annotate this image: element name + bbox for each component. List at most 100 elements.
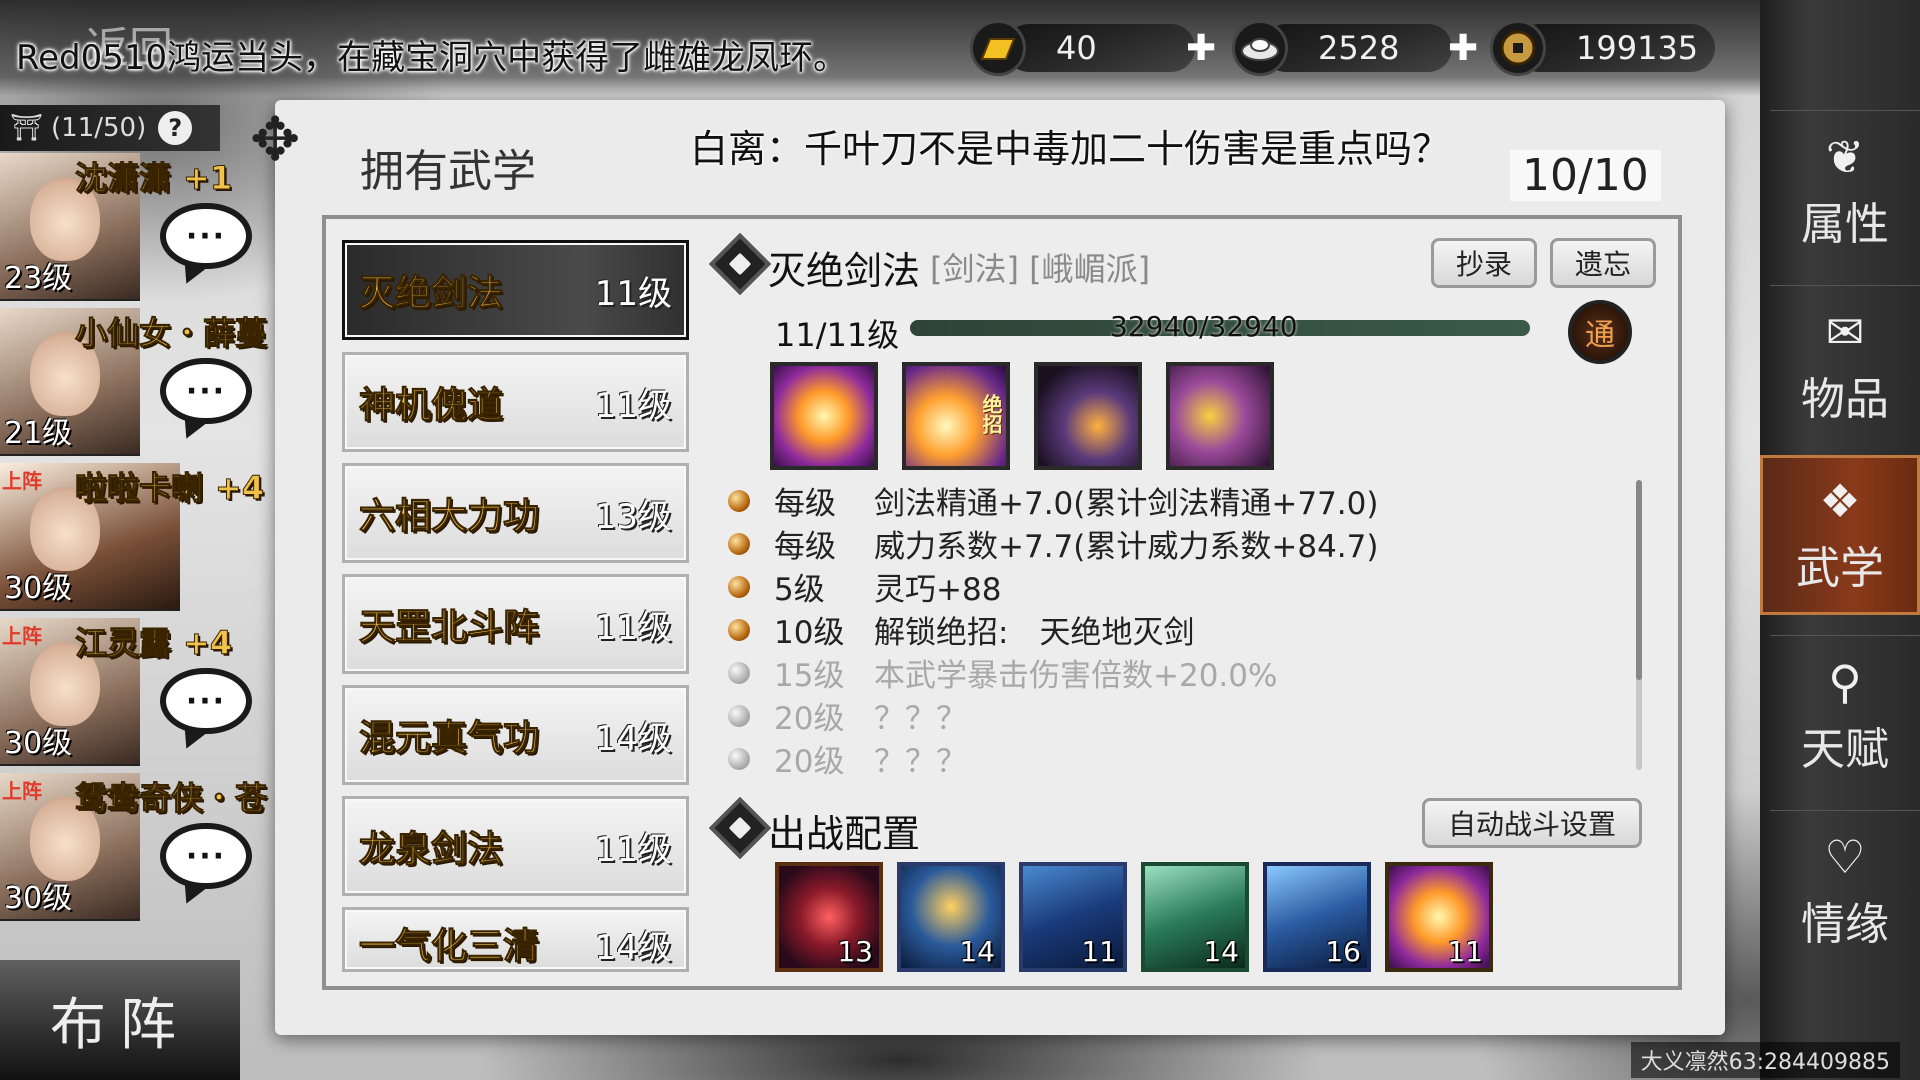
effect-desc: ？？？ xyxy=(874,701,967,737)
skill-list-item-selected[interactable]: 灭绝剑法 11级 xyxy=(342,240,689,340)
member-level: 30级 xyxy=(4,881,73,916)
roster-member-selected[interactable]: 上阵 啦啦卡喇 +4 30级 xyxy=(0,463,280,615)
in-battle-tag: 上阵 xyxy=(2,469,42,493)
member-bonus: +1 xyxy=(183,159,233,198)
nav-label: 天赋 xyxy=(1801,723,1889,775)
battle-slot[interactable]: 11 xyxy=(1019,862,1127,972)
copy-button[interactable]: 抄录 xyxy=(1431,238,1537,288)
effects-scrollbar[interactable] xyxy=(1636,480,1642,770)
skill-list-item[interactable]: 六相大力功 13级 xyxy=(342,463,689,563)
skill-name: 灭绝剑法 xyxy=(358,273,504,315)
battle-slot[interactable]: 11 xyxy=(1385,862,1493,972)
roster-member[interactable]: 沈潇潇 +1 23级 ··· xyxy=(0,153,280,305)
battle-slot[interactable]: 13 xyxy=(775,862,883,972)
nav-items[interactable]: ✉ 物品 xyxy=(1770,285,1920,445)
formation-button[interactable]: 布阵 xyxy=(0,960,240,1080)
nav-relations[interactable]: ♡ 情缘 xyxy=(1770,810,1920,970)
member-level: 30级 xyxy=(4,571,73,606)
skill-name: 龙泉剑法 xyxy=(358,829,504,871)
nav-martial-arts[interactable]: ❖ 武学 xyxy=(1760,455,1920,615)
skill-move-icon[interactable] xyxy=(1166,362,1274,470)
exp-text: 32940/32940 xyxy=(1110,310,1298,343)
add-silver-icon[interactable]: ✚ xyxy=(1448,28,1478,69)
member-name: 沈潇潇 xyxy=(74,159,172,198)
effect-level: 5级 xyxy=(774,572,825,608)
roster-member[interactable]: 小仙女・薛蔓 21级 ··· xyxy=(0,308,280,460)
chat-bubble-icon[interactable]: ··· xyxy=(160,203,252,269)
chat-bubble-icon[interactable]: ··· xyxy=(160,358,252,424)
roster-count-text: (11/50) xyxy=(51,113,147,143)
add-gold-icon[interactable]: ✚ xyxy=(1186,28,1216,69)
skill-move-icon[interactable] xyxy=(770,362,878,470)
auto-battle-settings-button[interactable]: 自动战斗设置 xyxy=(1422,798,1642,848)
roster-member[interactable]: 上阵 鸳鸯奇侠・苍 30级 ··· xyxy=(0,773,280,925)
coin-amount: 199135 xyxy=(1576,29,1699,67)
member-name-row: 鸳鸯奇侠・苍 xyxy=(74,773,267,819)
unlocked-bullet-icon xyxy=(728,618,750,641)
skill-name: 六相大力功 xyxy=(358,496,540,538)
slot-level: 16 xyxy=(1325,935,1361,968)
gold-ingot-icon xyxy=(970,20,1026,76)
member-level: 21级 xyxy=(4,416,73,451)
battle-slot[interactable]: 14 xyxy=(897,862,1005,972)
effect-desc: 威力系数+7.7(累计威力系数+84.7) xyxy=(874,529,1379,565)
nav-label: 属性 xyxy=(1801,198,1889,250)
coin-currency: 199135 xyxy=(1490,18,1698,78)
unlocked-bullet-icon xyxy=(728,575,750,598)
skill-level-text: 11/11级 xyxy=(775,316,900,354)
skill-list-item[interactable]: 龙泉剑法 11级 xyxy=(342,796,689,896)
copper-coin-icon xyxy=(1490,20,1546,76)
page-title: 拥有武学 xyxy=(360,146,536,197)
slot-level: 13 xyxy=(837,935,873,968)
effect-row: 5级 灵巧+88 xyxy=(728,564,1001,609)
skill-name: 天罡北斗阵 xyxy=(358,607,540,649)
member-bonus: +4 xyxy=(183,624,233,663)
gold-amount: 40 xyxy=(1056,29,1097,67)
roster-member[interactable]: 上阵 江灵露 +4 30级 ··· xyxy=(0,618,280,770)
npc-dialogue: 白离：千叶刀不是中毒加二十伤害是重点吗？ xyxy=(690,127,1451,171)
chat-bubble-icon[interactable]: ··· xyxy=(160,823,252,889)
member-name: 小仙女・薛蔓 xyxy=(74,314,268,353)
unlocked-bullet-icon xyxy=(728,532,750,555)
ultimate-tag: 绝招 xyxy=(979,394,1003,434)
roster-count: ⛩ (11/50) ? xyxy=(0,105,220,151)
skill-list-item[interactable]: 天罡北斗阵 11级 xyxy=(342,574,689,674)
locked-bullet-icon xyxy=(728,704,750,727)
member-level: 23级 xyxy=(4,261,73,296)
nav-label: 武学 xyxy=(1796,543,1884,594)
in-battle-tag: 上阵 xyxy=(2,624,42,648)
mastery-seal-icon[interactable]: 通 xyxy=(1568,300,1632,364)
battle-config-title: 出战配置 xyxy=(768,812,921,856)
skill-move-icon[interactable] xyxy=(1034,362,1142,470)
skill-list-item[interactable]: 一气化三清 14级 xyxy=(342,907,689,972)
effect-level: 每级 xyxy=(774,529,836,565)
nav-label: 物品 xyxy=(1801,373,1889,425)
slot-level: 14 xyxy=(1203,935,1239,968)
roster-panel: ⛩ (11/50) ? 沈潇潇 +1 23级 ··· 小仙女・薛蔓 21级 ···… xyxy=(0,105,280,1080)
skill-name: 神机傀道 xyxy=(358,385,504,427)
skill-level: 11级 xyxy=(594,385,672,426)
slot-level: 11 xyxy=(1081,935,1117,968)
member-name-row: 小仙女・薛蔓 xyxy=(74,308,268,354)
skill-level: 13级 xyxy=(594,496,672,537)
slot-level: 11 xyxy=(1447,935,1483,968)
system-notice: Red0510鸿运当头，在藏宝洞穴中获得了雌雄龙凤环。 xyxy=(16,38,848,78)
help-button[interactable]: ? xyxy=(158,111,193,145)
battle-slot[interactable]: 14 xyxy=(1141,862,1249,972)
battle-slot[interactable]: 16 xyxy=(1263,862,1371,972)
nav-talents[interactable]: ⚲ 天赋 xyxy=(1770,635,1920,795)
slot-level: 14 xyxy=(959,935,995,968)
effect-row-locked: 20级 ？？？ xyxy=(728,736,967,781)
effect-desc: 本武学暴击伤害倍数+20.0% xyxy=(874,658,1278,694)
ultimate-move-icon[interactable]: 绝招 xyxy=(902,362,1010,470)
chat-bubble-icon[interactable]: ··· xyxy=(160,668,252,734)
member-bonus: +4 xyxy=(215,469,265,508)
skill-list-item[interactable]: 神机傀道 11级 xyxy=(342,352,689,452)
skill-list-item[interactable]: 混元真气功 14级 xyxy=(342,685,689,785)
nav-attributes[interactable]: ❦ 属性 xyxy=(1770,110,1920,270)
forget-button[interactable]: 遗忘 xyxy=(1550,238,1656,288)
skill-level: 14级 xyxy=(594,928,672,968)
scroll-thumb[interactable] xyxy=(1636,480,1642,680)
member-name-row: 沈潇潇 +1 xyxy=(74,153,233,199)
right-nav: ❦ 属性 ✉ 物品 ❖ 武学 ⚲ 天赋 ♡ 情缘 xyxy=(1760,0,1920,1080)
